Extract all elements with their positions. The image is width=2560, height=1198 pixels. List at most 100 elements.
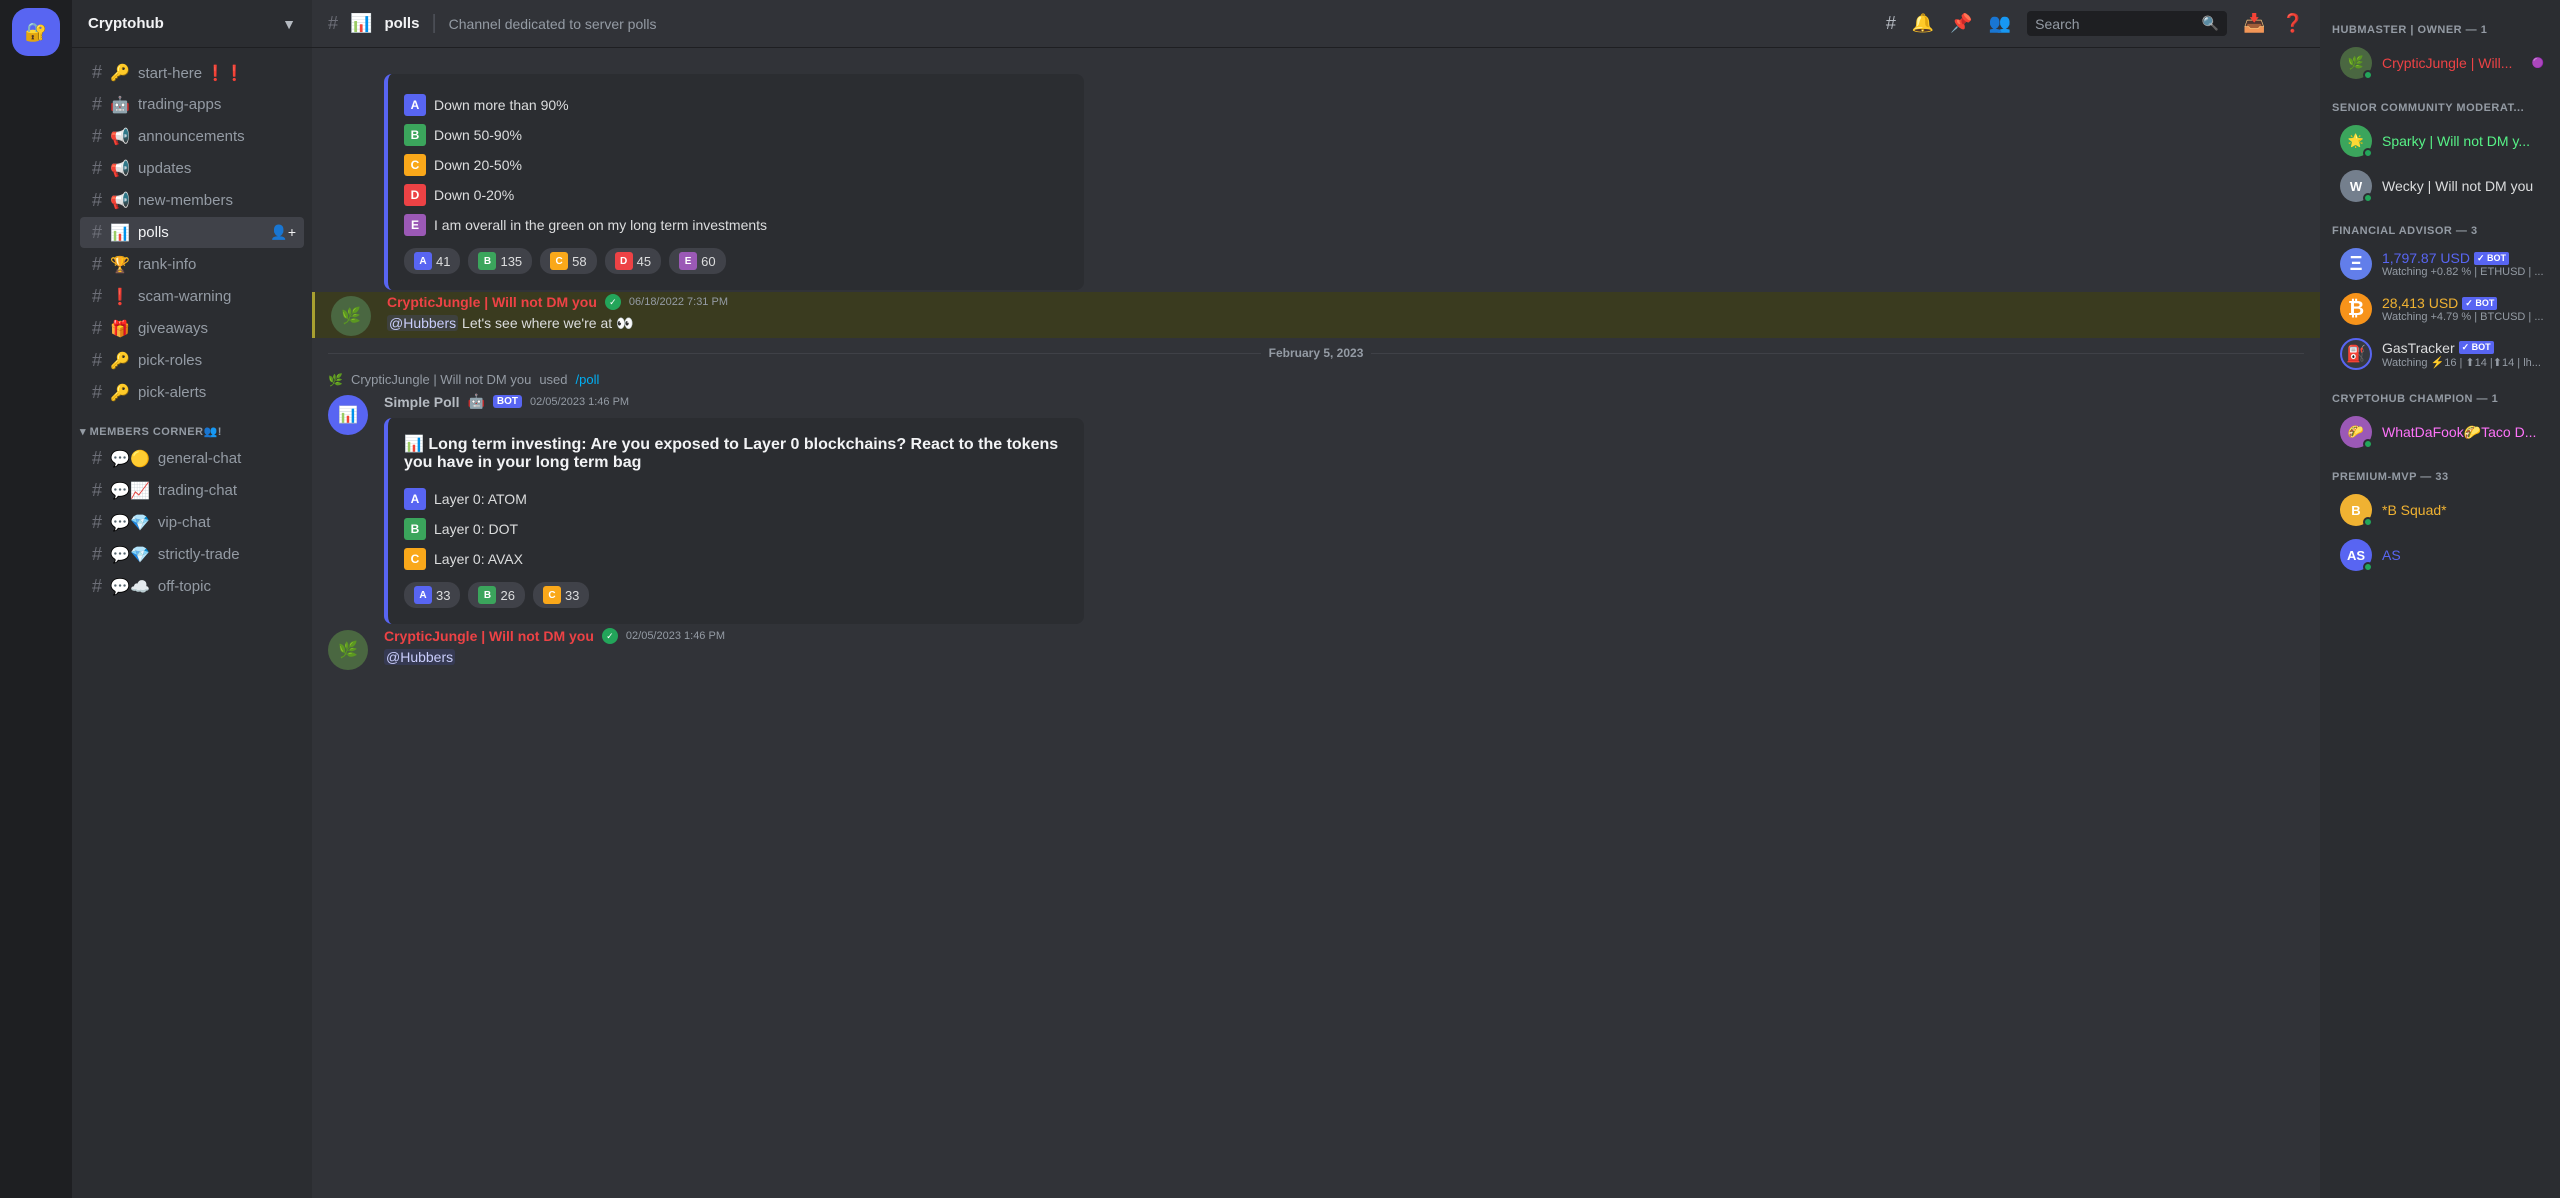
hash-icon: # <box>92 318 102 339</box>
avatar-cj[interactable]: 🌿 <box>331 296 371 336</box>
option-letter-e: E <box>404 214 426 236</box>
message-author-bot[interactable]: Simple Poll <box>384 394 459 410</box>
vote-badge-b[interactable]: B 135 <box>468 248 532 274</box>
sidebar-item-trading-chat[interactable]: # 💬📈 trading-chat <box>80 475 304 506</box>
mute-icon[interactable]: 🔔 <box>1912 13 1934 34</box>
member-item-btc-bot[interactable]: ₿ 28,413 USD ✓ BOT Watching +4.79 % | BT… <box>2328 287 2552 331</box>
message-timestamp-poll2: 02/05/2023 1:46 PM <box>530 396 629 408</box>
message-author-msg2[interactable]: CrypticJungle | Will not DM you <box>384 628 594 644</box>
member-avatar-sparky: 🌟 <box>2340 125 2372 157</box>
sidebar-item-strictly-trade[interactable]: # 💬💎 strictly-trade <box>80 539 304 570</box>
sidebar-item-rank-info[interactable]: # 🏆 rank-info <box>80 249 304 280</box>
threads-icon[interactable]: # <box>1886 13 1896 34</box>
sidebar-item-announcements[interactable]: # 📢 announcements <box>80 121 304 152</box>
message-header-msg2: CrypticJungle | Will not DM you ✓ 02/05/… <box>384 628 2304 644</box>
member-name-wecky: Wecky | Will not DM you <box>2382 178 2533 194</box>
search-icon: 🔍 <box>2202 15 2219 32</box>
server-name: Cryptohub <box>88 15 164 32</box>
sidebar-item-vip-chat[interactable]: # 💬💎 vip-chat <box>80 507 304 538</box>
message-header: CrypticJungle | Will not DM you ✓ 06/18/… <box>387 294 2304 310</box>
message-group-msg2: 🌿 CrypticJungle | Will not DM you ✓ 02/0… <box>312 626 2320 672</box>
mention2: @Hubbers <box>384 649 455 665</box>
member-avatar-gas: ⛽ <box>2340 338 2372 370</box>
hash-icon: # <box>92 512 102 533</box>
poll2-container: 📊 Long term investing: Are you exposed t… <box>384 418 1084 624</box>
sidebar-item-polls[interactable]: # 📊 polls 👤+ <box>80 217 304 248</box>
member-item-sparky[interactable]: 🌟 Sparky | Will not DM y... <box>2328 119 2552 163</box>
message-content: CrypticJungle | Will not DM you ✓ 06/18/… <box>387 294 2304 336</box>
sidebar-item-pick-roles[interactable]: # 🔑 pick-roles <box>80 345 304 376</box>
member-item-eth-bot[interactable]: Ξ 1,797.87 USD ✓ BOT Watching +0.82 % | … <box>2328 242 2552 286</box>
member-item-bsquad[interactable]: B *B Squad* <box>2328 488 2552 532</box>
sidebar-item-off-topic[interactable]: # 💬☁️ off-topic <box>80 571 304 602</box>
status-online-dot <box>2363 148 2373 158</box>
vote-badge-c[interactable]: C 58 <box>540 248 596 274</box>
status-online-dot <box>2363 517 2373 527</box>
members-icon[interactable]: 👥 <box>1989 13 2011 34</box>
vote-badge-d[interactable]: D 45 <box>605 248 661 274</box>
member-avatar-wecky: W <box>2340 170 2372 202</box>
search-box[interactable]: Search 🔍 <box>2027 11 2227 36</box>
member-item-whatdafook[interactable]: 🌮 WhatDaFook🌮Taco D... <box>2328 410 2552 454</box>
channel-sidebar: Cryptohub ▼ # 🔑 start-here ❗❗ # 🤖 tradin… <box>72 0 312 1198</box>
avatar-cj2[interactable]: 🌿 <box>328 630 368 670</box>
poll1-votes: A 41 B 135 C 58 D 45 <box>404 248 1068 274</box>
poll-option: E I am overall in the green on my long t… <box>404 210 1068 240</box>
member-name-gas: GasTracker <box>2382 340 2455 356</box>
vote-badge-c2[interactable]: C 33 <box>533 582 589 608</box>
pin-icon[interactable]: 📌 <box>1950 13 1972 34</box>
category-members-corner[interactable]: ▾ MEMBERS CORNER👥! <box>72 409 312 442</box>
mention: @Hubbers <box>387 315 458 331</box>
member-name-as: AS <box>2382 547 2401 563</box>
member-name-cj: CrypticJungle | Will... <box>2382 55 2512 71</box>
hash-icon: # <box>92 190 102 211</box>
hash-icon: # <box>92 382 102 403</box>
poll-option-c: C Layer 0: AVAX <box>404 544 1068 574</box>
member-item-gas-tracker[interactable]: ⛽ GasTracker ✓ BOT Watching ⚡16 | ⬆14 |⬆… <box>2328 332 2552 376</box>
sidebar-item-general-chat[interactable]: # 💬🟡 general-chat <box>80 443 304 474</box>
sidebar-item-trading-apps[interactable]: # 🤖 trading-apps <box>80 89 304 120</box>
member-avatar-cj: 🌿 <box>2340 47 2372 79</box>
member-category-senior-mod: SENIOR COMMUNITY MODERAT... <box>2320 86 2560 118</box>
hash-icon: # <box>92 94 102 115</box>
member-item-wecky[interactable]: W Wecky | Will not DM you <box>2328 164 2552 208</box>
member-sub-gas: Watching ⚡16 | ⬆14 |⬆14 | lh... <box>2382 356 2541 369</box>
chevron-down-icon: ▼ <box>282 16 296 32</box>
vote-badge-a[interactable]: A 41 <box>404 248 460 274</box>
inbox-icon[interactable]: 📥 <box>2243 13 2265 34</box>
message-author[interactable]: CrypticJungle | Will not DM you <box>387 294 597 310</box>
sidebar-item-updates[interactable]: # 📢 updates <box>80 153 304 184</box>
sidebar-item-pick-alerts[interactable]: # 🔑 pick-alerts <box>80 377 304 408</box>
verified-badge2: ✓ <box>602 628 618 644</box>
hash-icon: # <box>92 480 102 501</box>
status-online-dot <box>2363 70 2373 80</box>
sidebar-item-giveaways[interactable]: # 🎁 giveaways <box>80 313 304 344</box>
help-icon[interactable]: ❓ <box>2282 13 2304 34</box>
status-online-dot <box>2363 439 2373 449</box>
member-name-btc: 28,413 USD <box>2382 295 2458 311</box>
sidebar-item-start-here[interactable]: # 🔑 start-here ❗❗ <box>80 57 304 88</box>
poll-option: D Down 0-20% <box>404 180 1068 210</box>
member-item-as[interactable]: AS AS <box>2328 533 2552 577</box>
member-avatar-eth: Ξ <box>2340 248 2372 280</box>
server-name-header[interactable]: Cryptohub ▼ <box>72 0 312 48</box>
channel-name-label: polls <box>138 224 169 241</box>
vote-badge-b2[interactable]: B 26 <box>468 582 524 608</box>
member-name-sparky: Sparky | Will not DM y... <box>2382 133 2530 149</box>
members-sidebar: HUBMASTER | OWNER — 1 🌿 CrypticJungle | … <box>2320 0 2560 1198</box>
server-sidebar: 🔐 <box>0 0 72 1198</box>
topbar-channel-name: polls <box>384 15 419 32</box>
sidebar-item-scam-warning[interactable]: # ❗ scam-warning <box>80 281 304 312</box>
vote-badge-a2[interactable]: A 33 <box>404 582 460 608</box>
hash-icon: # <box>92 448 102 469</box>
poll-option-a: A Layer 0: ATOM <box>404 484 1068 514</box>
sidebar-item-new-members[interactable]: # 📢 new-members <box>80 185 304 216</box>
messages-area[interactable]: A Down more than 90% B Down 50-90% C Dow… <box>312 48 2320 1198</box>
vote-badge-e[interactable]: E 60 <box>669 248 725 274</box>
member-item-cj[interactable]: 🌿 CrypticJungle | Will... 🟣 <box>2328 41 2552 85</box>
member-category-financial: FINANCIAL ADVISOR — 3 <box>2320 209 2560 241</box>
message-content-msg2: CrypticJungle | Will not DM you ✓ 02/05/… <box>384 628 2304 670</box>
server-icon[interactable]: 🔐 <box>12 8 60 56</box>
add-member-icon[interactable]: 👤+ <box>270 224 296 241</box>
avatar-simple-poll[interactable]: 📊 <box>328 395 368 435</box>
